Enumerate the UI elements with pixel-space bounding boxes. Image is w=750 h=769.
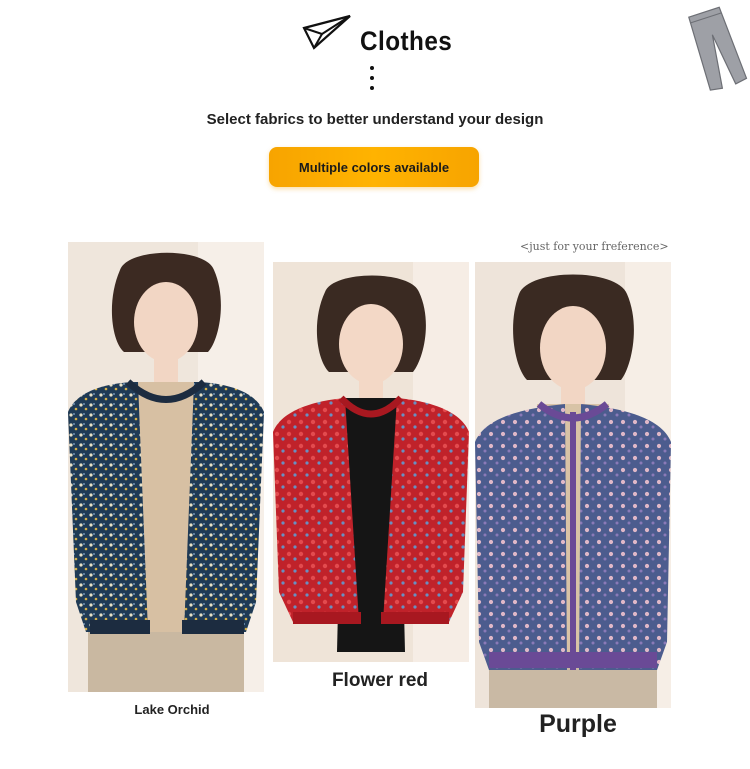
product-label-lake-orchid: Lake Orchid <box>134 702 210 717</box>
subtitle: Select fabrics to better understand your… <box>206 111 544 128</box>
hint-text: <just for your freference> <box>520 240 669 253</box>
pants-icon <box>688 6 748 91</box>
colors-badge: Multiple colors available <box>269 147 479 187</box>
product-photo-flower-red[interactable] <box>273 262 469 662</box>
product-photo-purple[interactable] <box>475 262 671 708</box>
divider-dots <box>368 66 376 94</box>
paper-plane-icon <box>302 14 351 50</box>
page-title: Clothes <box>360 26 453 56</box>
product-label-flower-red: Flower red <box>331 670 429 691</box>
product-label-purple: Purple <box>539 710 617 738</box>
product-photo-lake-orchid[interactable] <box>68 242 264 692</box>
